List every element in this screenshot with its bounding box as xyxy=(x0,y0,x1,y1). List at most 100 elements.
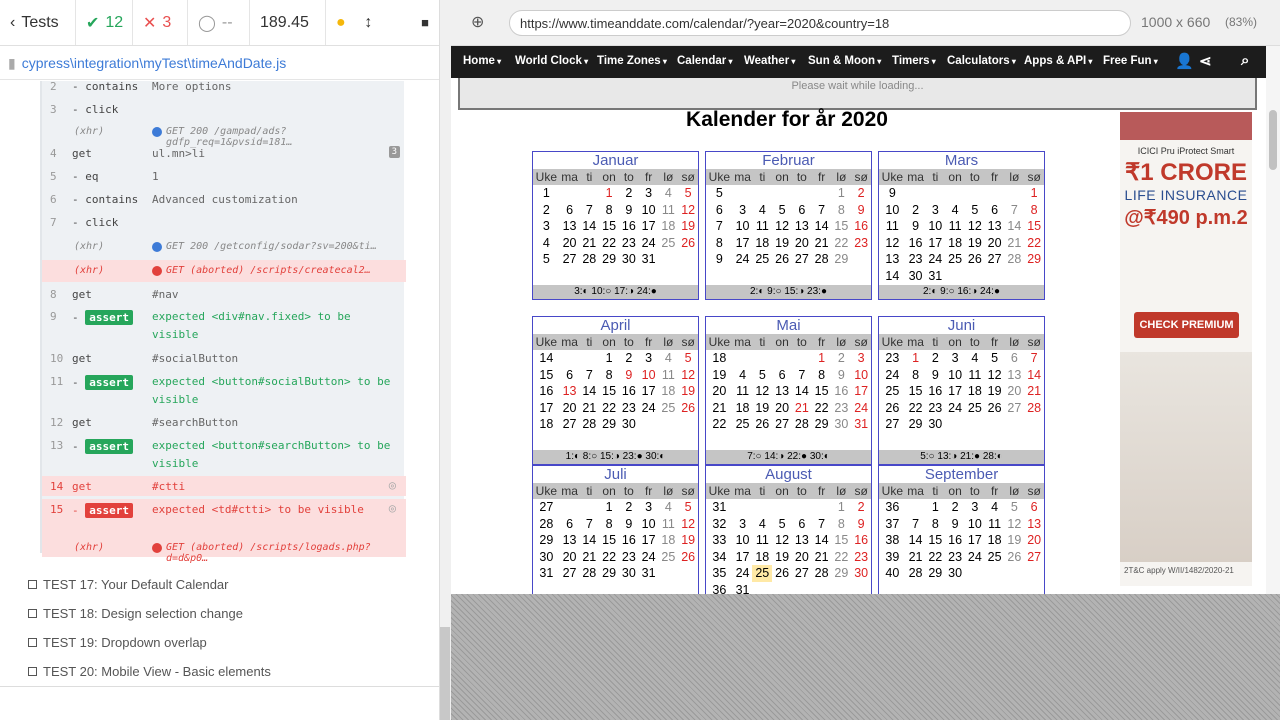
day-cell[interactable]: 16 xyxy=(851,218,871,235)
passed-count[interactable]: ✔ 12 xyxy=(76,0,133,45)
day-cell[interactable] xyxy=(1005,185,1025,202)
nav-item[interactable]: Calendar ▾ xyxy=(677,55,732,67)
day-cell[interactable] xyxy=(772,582,792,595)
day-cell[interactable]: 7 xyxy=(579,367,599,384)
month-name[interactable]: Juni xyxy=(879,317,1044,334)
day-cell[interactable]: 28 xyxy=(579,416,599,433)
day-cell[interactable]: 25 xyxy=(659,400,679,417)
day-cell[interactable]: 23 xyxy=(925,400,945,417)
day-cell[interactable] xyxy=(752,582,772,595)
day-cell[interactable]: 23 xyxy=(851,235,871,252)
day-cell[interactable]: 29 xyxy=(832,251,852,268)
day-cell[interactable]: 18 xyxy=(752,549,772,566)
day-cell[interactable]: 15 xyxy=(812,383,832,400)
day-cell[interactable]: 17 xyxy=(925,235,945,252)
day-cell[interactable] xyxy=(560,185,580,202)
day-cell[interactable]: 15 xyxy=(599,218,619,235)
day-cell[interactable]: 14 xyxy=(579,532,599,549)
day-cell[interactable] xyxy=(906,185,926,202)
day-cell[interactable]: 8 xyxy=(812,367,832,384)
day-cell[interactable]: 3 xyxy=(733,516,753,533)
day-cell[interactable]: 20 xyxy=(792,235,812,252)
day-cell[interactable] xyxy=(985,268,1005,285)
day-cell[interactable]: 28 xyxy=(1024,400,1044,417)
day-cell[interactable]: 14 xyxy=(1005,218,1025,235)
day-cell[interactable] xyxy=(1005,565,1025,582)
day-cell[interactable]: 19 xyxy=(678,532,698,549)
pending-count[interactable]: ◯ -- xyxy=(188,0,250,45)
month-name[interactable]: Februar xyxy=(706,152,871,169)
day-cell[interactable]: 11 xyxy=(733,383,753,400)
day-cell[interactable]: 7 xyxy=(1005,202,1025,219)
nav-item[interactable]: Apps & API ▾ xyxy=(1024,55,1092,67)
command-row[interactable]: 6 - contains Advanced customization xyxy=(42,189,406,209)
nav-item[interactable]: World Clock ▾ xyxy=(515,55,588,67)
day-cell[interactable]: 11 xyxy=(752,532,772,549)
day-cell[interactable]: 14 xyxy=(579,218,599,235)
test-item[interactable]: TEST 18: Design selection change xyxy=(28,606,243,621)
day-cell[interactable]: 24 xyxy=(639,400,659,417)
day-cell[interactable]: 6 xyxy=(792,516,812,533)
day-cell[interactable]: 23 xyxy=(619,549,639,566)
day-cell[interactable]: 30 xyxy=(906,268,926,285)
day-cell[interactable]: 18 xyxy=(659,218,679,235)
day-cell[interactable]: 4 xyxy=(659,185,679,202)
day-cell[interactable]: 3 xyxy=(945,350,965,367)
day-cell[interactable]: 2 xyxy=(851,185,871,202)
day-cell[interactable]: 5 xyxy=(772,516,792,533)
nav-item[interactable]: Time Zones ▾ xyxy=(597,55,667,67)
day-cell[interactable]: 27 xyxy=(1024,549,1044,566)
day-cell[interactable] xyxy=(579,499,599,516)
day-cell[interactable] xyxy=(733,499,753,516)
day-cell[interactable]: 20 xyxy=(1024,532,1044,549)
day-cell[interactable]: 12 xyxy=(678,202,698,219)
day-cell[interactable]: 23 xyxy=(832,400,852,417)
day-cell[interactable]: 16 xyxy=(832,383,852,400)
command-row[interactable]: 9 - assert expected <div#nav.fixed> to be … xyxy=(42,306,406,346)
month-name[interactable]: Mars xyxy=(879,152,1044,169)
day-cell[interactable]: 5 xyxy=(772,202,792,219)
day-cell[interactable]: 15 xyxy=(906,383,926,400)
day-cell[interactable] xyxy=(925,185,945,202)
day-cell[interactable]: 13 xyxy=(985,218,1005,235)
month-name[interactable]: Juli xyxy=(533,466,698,483)
day-cell[interactable]: 24 xyxy=(639,549,659,566)
day-cell[interactable] xyxy=(812,185,832,202)
day-cell[interactable]: 31 xyxy=(639,565,659,582)
day-cell[interactable] xyxy=(639,416,659,433)
day-cell[interactable]: 31 xyxy=(925,268,945,285)
day-cell[interactable]: 11 xyxy=(985,516,1005,533)
day-cell[interactable]: 21 xyxy=(579,235,599,252)
day-cell[interactable]: 8 xyxy=(832,202,852,219)
day-cell[interactable]: 30 xyxy=(851,565,871,582)
day-cell[interactable]: 3 xyxy=(851,350,871,367)
day-cell[interactable]: 25 xyxy=(945,251,965,268)
search-icon[interactable]: ⌕ xyxy=(1241,52,1249,69)
day-cell[interactable]: 16 xyxy=(619,383,639,400)
day-cell[interactable]: 26 xyxy=(772,565,792,582)
user-icon[interactable]: 👤 xyxy=(1175,52,1194,70)
day-cell[interactable]: 5 xyxy=(965,202,985,219)
command-row[interactable]: 11 - assert expected <button#socialButton>… xyxy=(42,371,406,411)
day-cell[interactable]: 26 xyxy=(678,400,698,417)
day-cell[interactable]: 6 xyxy=(1005,350,1025,367)
day-cell[interactable] xyxy=(792,185,812,202)
day-cell[interactable]: 24 xyxy=(945,400,965,417)
day-cell[interactable]: 23 xyxy=(945,549,965,566)
day-cell[interactable]: 17 xyxy=(639,383,659,400)
day-cell[interactable]: 30 xyxy=(619,565,639,582)
day-cell[interactable]: 2 xyxy=(619,185,639,202)
day-cell[interactable]: 18 xyxy=(985,532,1005,549)
day-cell[interactable]: 11 xyxy=(659,202,679,219)
day-cell[interactable]: 17 xyxy=(639,532,659,549)
eye-hidden-icon[interactable]: ◎ xyxy=(389,478,396,492)
command-row[interactable]: 7 - click xyxy=(42,212,406,232)
day-cell[interactable]: 21 xyxy=(1024,383,1044,400)
crosshair-icon[interactable]: ⊕ xyxy=(471,12,484,32)
day-cell[interactable]: 17 xyxy=(639,218,659,235)
day-cell[interactable]: 6 xyxy=(985,202,1005,219)
day-cell[interactable]: 9 xyxy=(945,516,965,533)
day-cell[interactable]: 28 xyxy=(812,565,832,582)
day-cell[interactable]: 29 xyxy=(832,565,852,582)
day-cell[interactable]: 8 xyxy=(599,367,619,384)
